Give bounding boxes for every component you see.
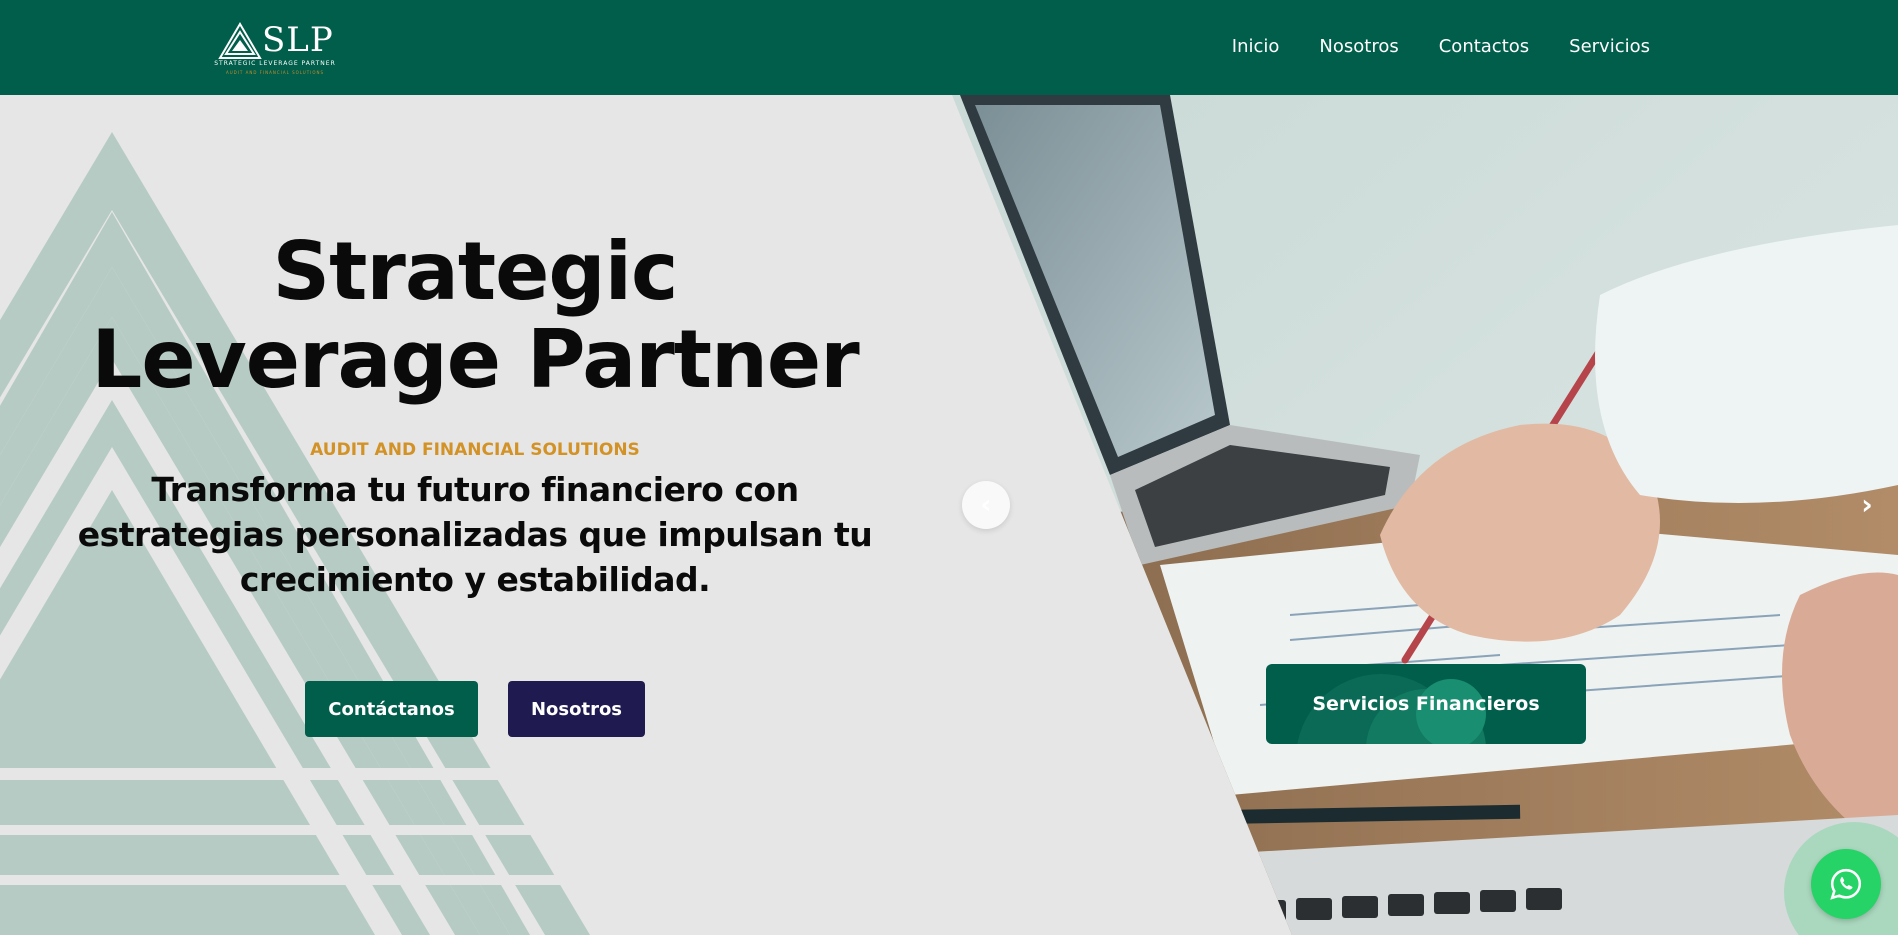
hero-title: Strategic Leverage Partner <box>60 228 890 404</box>
hero-title-line2: Leverage Partner <box>91 313 859 406</box>
hero-section: Strategic Leverage Partner AUDIT AND FIN… <box>0 95 1898 935</box>
hero-title-line1: Strategic <box>272 225 679 318</box>
service-card-financial[interactable]: Servicios Financieros <box>1266 664 1586 744</box>
navbar: SLP STRATEGIC LEVERAGE PARTNER AUDIT AND… <box>0 0 1898 95</box>
nav-item-nosotros[interactable]: Nosotros <box>1319 36 1398 57</box>
logo-triangle-icon <box>218 22 262 59</box>
hero-subtitle: AUDIT AND FINANCIAL SOLUTIONS <box>310 440 640 460</box>
whatsapp-button[interactable] <box>1811 849 1881 919</box>
carousel-next-button[interactable]: › <box>1850 481 1884 529</box>
logo-text: SLP <box>262 20 334 60</box>
service-card-label: Servicios Financieros <box>1312 693 1540 715</box>
carousel-prev-button[interactable]: ‹ <box>962 481 1010 529</box>
main-nav: Inicio Nosotros Contactos Servicios <box>1232 36 1650 57</box>
nav-item-inicio[interactable]: Inicio <box>1232 36 1280 57</box>
contact-button[interactable]: Contáctanos <box>305 681 478 737</box>
logo-tagline: AUDIT AND FINANCIAL SOLUTIONS <box>225 70 325 75</box>
chevron-right-icon: › <box>1861 488 1873 521</box>
logo-subtitle: STRATEGIC LEVERAGE PARTNER <box>214 60 336 67</box>
about-button[interactable]: Nosotros <box>508 681 645 737</box>
chevron-left-icon: ‹ <box>980 490 992 520</box>
nav-item-contactos[interactable]: Contactos <box>1439 36 1529 57</box>
nav-item-servicios[interactable]: Servicios <box>1569 36 1650 57</box>
whatsapp-icon <box>1830 868 1862 900</box>
logo[interactable]: SLP STRATEGIC LEVERAGE PARTNER AUDIT AND… <box>210 20 340 76</box>
hero-description: Transforma tu futuro financiero con estr… <box>77 470 873 599</box>
